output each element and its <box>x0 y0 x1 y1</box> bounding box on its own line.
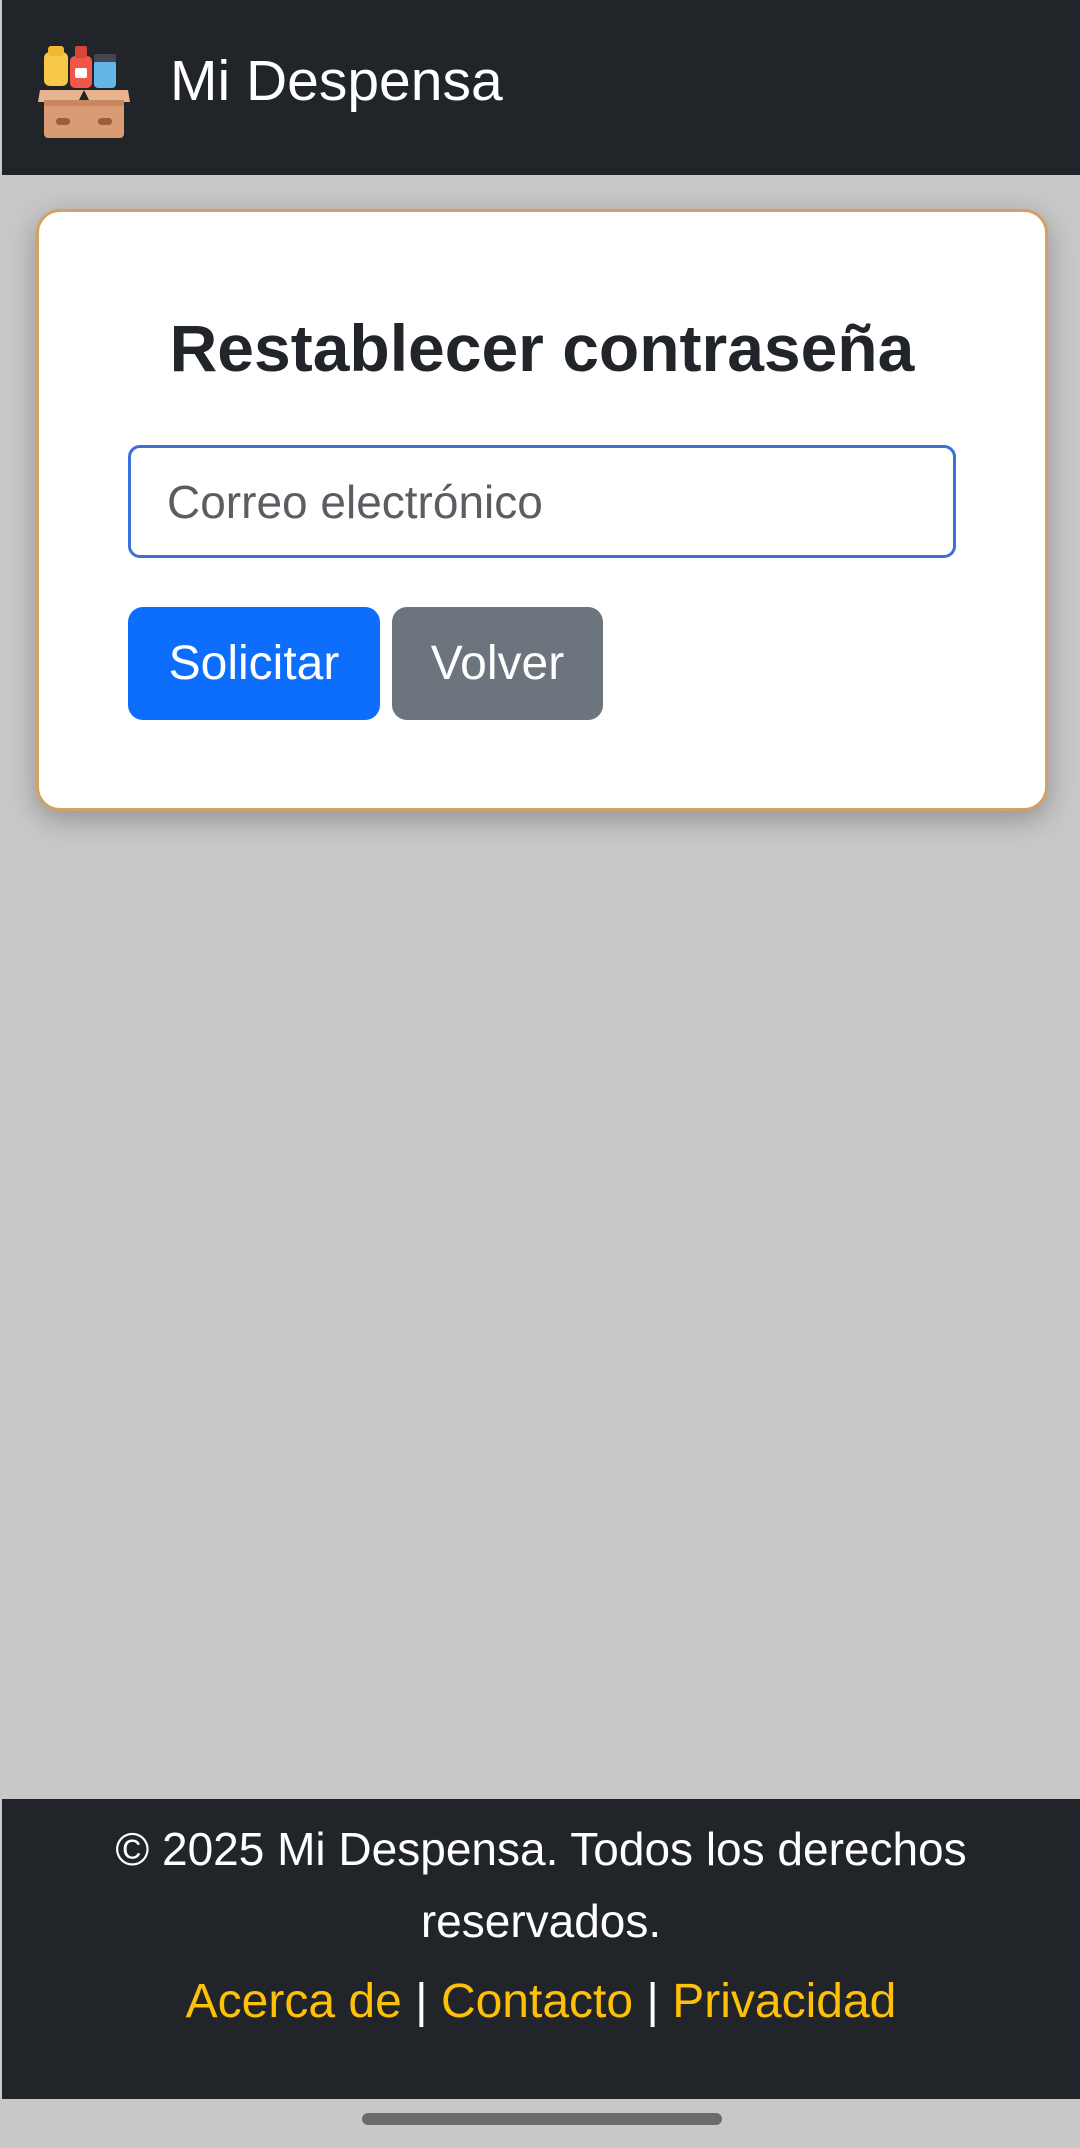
app-title[interactable]: Mi Despensa <box>170 46 503 116</box>
back-button[interactable]: Volver <box>392 607 603 720</box>
link-separator: | <box>415 1975 428 2028</box>
email-field[interactable] <box>128 445 956 558</box>
page-footer: © 2025 Mi Despensa. Todos los derechos r… <box>2 1799 1080 2099</box>
link-separator: | <box>646 1975 659 2028</box>
home-indicator[interactable] <box>362 2113 722 2125</box>
privacy-link[interactable]: Privacidad <box>672 1975 896 2028</box>
pantry-box-icon[interactable] <box>38 44 130 140</box>
footer-links: Acerca de | Contacto | Privacidad <box>2 1969 1080 2035</box>
contact-link[interactable]: Contacto <box>441 1975 633 2028</box>
copyright-text: © 2025 Mi Despensa. Todos los derechos r… <box>115 1823 967 1947</box>
request-button[interactable]: Solicitar <box>128 607 380 720</box>
reset-password-card: Restablecer contraseña Solicitar Volver <box>36 209 1048 811</box>
about-link[interactable]: Acerca de <box>186 1975 402 2028</box>
top-navbar: Mi Despensa <box>2 0 1080 175</box>
page-title: Restablecer contraseña <box>169 311 915 385</box>
